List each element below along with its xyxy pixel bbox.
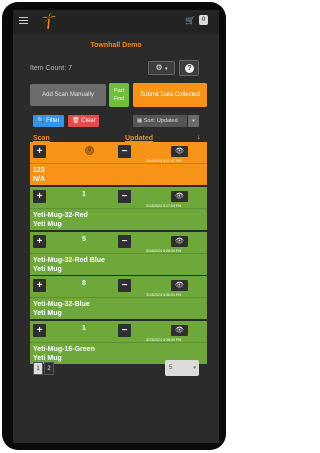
page-2-button[interactable]: 2: [44, 362, 54, 375]
item-description: Yeti Mug: [33, 221, 62, 228]
top-bar: 🛒 0: [13, 10, 219, 34]
app-screen: 🛒 0 Townhall Demo Item Count: 7 ⚙ ▾ ? Ad…: [13, 10, 219, 443]
scan-row: + 1 − 👁 3/13/2024 5:38:58 PM Yeti-Mug-16…: [30, 321, 207, 364]
sort-arrow-down-icon[interactable]: ↓: [197, 134, 201, 141]
search-icon: 🔍: [37, 118, 45, 124]
decrement-button[interactable]: −: [118, 279, 131, 292]
clear-button[interactable]: 🗑 Clear: [68, 115, 99, 127]
sort-button[interactable]: ▦ Sort: Updated: [133, 115, 187, 127]
row-divider: [30, 253, 207, 254]
question-icon: ?: [185, 64, 194, 73]
cart-icon[interactable]: 🛒: [185, 16, 195, 25]
row-divider: [30, 208, 207, 209]
increment-button[interactable]: +: [33, 235, 46, 248]
page-size-value: 5: [169, 365, 173, 371]
increment-button[interactable]: +: [33, 190, 46, 203]
cart-count-badge: 0: [199, 15, 208, 25]
quantity-value: 5: [82, 236, 86, 243]
sort-icon: ▦: [137, 118, 143, 124]
scan-row: + 5 − 👁 3/14/2024 5:28:36 PM Yeti-Mug-32…: [30, 232, 207, 275]
eye-icon[interactable]: 👁: [171, 325, 188, 336]
settings-dropdown-button[interactable]: ⚙ ▾: [148, 61, 175, 75]
item-description: Yeti Mug: [33, 355, 62, 362]
decrement-button[interactable]: −: [118, 190, 131, 203]
part-find-label-2: Find: [113, 96, 125, 102]
trash-icon: 🗑: [72, 118, 80, 124]
sort-caret-icon[interactable]: ▾: [188, 115, 199, 127]
scan-code: Yeti-Mug-32-Red: [33, 212, 88, 219]
page-size-select[interactable]: 5 ▾: [165, 360, 199, 376]
row-divider: [30, 342, 207, 343]
scan-row: + 8 − 👁 3/13/2024 5:38:51 PM Yeti-Mug-32…: [30, 276, 207, 319]
quantity-value: 1: [82, 325, 86, 332]
eye-icon[interactable]: 👁: [171, 146, 188, 157]
quantity-value: 8: [82, 280, 86, 287]
item-description: N/A: [33, 176, 46, 183]
sort-label: Sort: Updated: [143, 118, 178, 124]
chevron-down-icon: ▾: [193, 365, 196, 371]
add-scan-manually-button[interactable]: Add Scan Manually: [30, 84, 106, 106]
decrement-button[interactable]: −: [118, 235, 131, 248]
help-button[interactable]: ?: [179, 60, 199, 76]
filter-button[interactable]: 🔍 Filter: [33, 115, 64, 127]
decrement-button[interactable]: −: [118, 145, 131, 158]
scan-row: + 0 − 👁 3/14/2024 5:17:47 PM 123 N/A: [30, 142, 207, 185]
scan-code: Yeti-Mug-32-Red Blue: [33, 257, 105, 264]
column-header-scan[interactable]: Scan: [33, 135, 50, 142]
item-count: Item Count: 7: [30, 65, 73, 72]
row-divider: [30, 297, 207, 298]
quantity-value: 1: [82, 191, 86, 198]
caret-down-icon: ▾: [164, 66, 168, 72]
part-find-button[interactable]: Part Find: [109, 83, 129, 107]
submit-data-button[interactable]: Submit Data Collected: [133, 83, 207, 107]
scan-code: Yeti-Mug-32-Blue: [33, 301, 90, 308]
device-frame: 🛒 0 Townhall Demo Item Count: 7 ⚙ ▾ ? Ad…: [2, 2, 226, 450]
scan-code: Yeti-Mug-16-Green: [33, 346, 95, 353]
quantity-value: 0: [85, 146, 94, 155]
scan-code: 123: [33, 167, 45, 174]
clear-label: Clear: [81, 118, 96, 124]
row-divider: [30, 163, 207, 164]
increment-button[interactable]: +: [33, 279, 46, 292]
eye-icon[interactable]: 👁: [171, 191, 188, 202]
decrement-button[interactable]: −: [118, 324, 131, 337]
hamburger-menu-icon[interactable]: [19, 17, 28, 24]
palm-tree-logo-icon[interactable]: [42, 13, 56, 30]
column-header-updated[interactable]: Updated: [125, 135, 153, 142]
item-description: Yeti Mug: [33, 310, 62, 317]
eye-icon[interactable]: 👁: [171, 236, 188, 247]
increment-button[interactable]: +: [33, 324, 46, 337]
increment-button[interactable]: +: [33, 145, 46, 158]
scan-row: + 1 − 👁 3/14/2024 5:17:04 PM Yeti-Mug-32…: [30, 187, 207, 230]
page-title: Townhall Demo: [90, 42, 142, 49]
page-1-button[interactable]: 1: [33, 362, 43, 375]
item-description: Yeti Mug: [33, 266, 62, 273]
part-find-label-1: Part: [113, 88, 125, 94]
filter-label: Filter: [46, 118, 60, 124]
eye-icon[interactable]: 👁: [171, 280, 188, 291]
gear-icon: ⚙: [155, 63, 163, 72]
